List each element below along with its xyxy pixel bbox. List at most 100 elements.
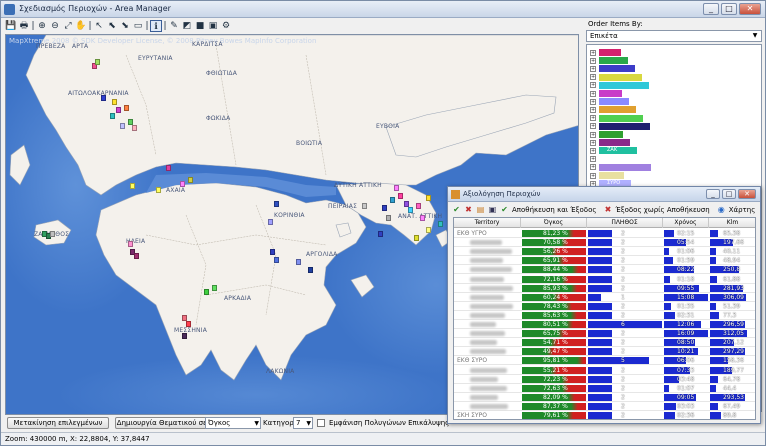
- zoom-extent-icon[interactable]: ⤢: [62, 20, 74, 32]
- expand-icon[interactable]: +: [590, 123, 596, 130]
- customer-marker-icon[interactable]: [426, 227, 431, 233]
- table-row[interactable]: 55,21 % 2 07:33 189,77: [454, 366, 755, 375]
- col-time[interactable]: Χρόνος: [663, 218, 709, 228]
- table-row[interactable]: 82,09 % 2 09:05 293,53: [454, 393, 755, 402]
- customer-marker-icon[interactable]: [156, 187, 161, 193]
- thematic-field-select[interactable]: Όγκος ▼: [205, 417, 261, 429]
- customer-marker-icon[interactable]: [378, 231, 383, 237]
- table-row[interactable]: ΕΚΘ ΣΥΡΟ 95,81 % 5 06:06 158,36: [454, 356, 755, 366]
- expand-icon[interactable]: +: [590, 98, 596, 105]
- customer-marker-icon[interactable]: [394, 185, 399, 191]
- table-row[interactable]: 49,47 % 2 10:21 297,29: [454, 347, 755, 357]
- table-row[interactable]: 65,75 % 2 16:09 312,05: [454, 329, 755, 339]
- create-thematic-button[interactable]: Δημιουργία Θεματικού σε:: [115, 417, 211, 429]
- info-icon[interactable]: ℹ: [150, 20, 162, 32]
- expand-icon[interactable]: +: [590, 74, 596, 81]
- customer-marker-icon[interactable]: [50, 231, 55, 237]
- customer-marker-icon[interactable]: [268, 219, 273, 225]
- expand-icon[interactable]: +: [590, 82, 596, 89]
- expand-icon[interactable]: +: [590, 65, 596, 72]
- expand-icon[interactable]: +: [590, 139, 596, 146]
- dialog-minimize-button[interactable]: _: [706, 189, 720, 199]
- customer-marker-icon[interactable]: [101, 95, 106, 101]
- customer-marker-icon[interactable]: [116, 107, 121, 113]
- col-territory[interactable]: Territory: [454, 218, 521, 228]
- customer-marker-icon[interactable]: [124, 105, 129, 111]
- zoom-out-icon[interactable]: ⊖: [49, 20, 61, 32]
- table-row[interactable]: 78,43 % 2 01:35 51,39: [454, 302, 755, 311]
- customer-marker-icon[interactable]: [438, 221, 443, 227]
- fill-icon[interactable]: ■: [194, 20, 206, 32]
- table-row[interactable]: 54,71 % 2 08:50 207,12: [454, 338, 755, 348]
- customer-marker-icon[interactable]: [414, 235, 419, 241]
- customer-marker-icon[interactable]: [362, 203, 367, 209]
- customer-marker-icon[interactable]: [186, 321, 191, 327]
- customer-marker-icon[interactable]: [95, 59, 100, 65]
- customer-marker-icon[interactable]: [188, 177, 193, 183]
- table-row[interactable]: ΕΚΘ ΥΓΡΟ 81,23 % 2 02:15 65,38: [454, 229, 755, 238]
- map-button[interactable]: Χάρτης: [729, 206, 756, 214]
- table-row[interactable]: 70,58 % 2 05:54 197,66: [454, 238, 755, 248]
- customer-marker-icon[interactable]: [398, 193, 403, 199]
- customer-marker-icon[interactable]: [120, 123, 125, 129]
- customer-marker-icon[interactable]: [128, 241, 133, 247]
- customer-marker-icon[interactable]: [420, 215, 425, 221]
- select-icon[interactable]: ↖: [93, 20, 105, 32]
- table-row[interactable]: 56,26 % 2 01:06 40,11: [454, 247, 755, 257]
- col-count[interactable]: ΠΛΗΘΟΣ: [587, 218, 663, 228]
- settings-icon[interactable]: ⚙: [220, 20, 232, 32]
- customer-marker-icon[interactable]: [390, 197, 395, 203]
- table-row[interactable]: 85,63 % 2 02:31 77,3: [454, 311, 755, 320]
- close-button[interactable]: ✕: [739, 3, 761, 15]
- select-rect-icon[interactable]: ⬉: [106, 20, 118, 32]
- customer-marker-icon[interactable]: [382, 205, 387, 211]
- customer-marker-icon[interactable]: [270, 249, 275, 255]
- customer-marker-icon[interactable]: [212, 285, 217, 291]
- print-icon[interactable]: 🖶: [18, 20, 30, 32]
- box-icon[interactable]: ▭: [132, 20, 144, 32]
- expand-icon[interactable]: +: [590, 49, 596, 56]
- customer-marker-icon[interactable]: [204, 289, 209, 295]
- zoom-in-icon[interactable]: ⊕: [36, 20, 48, 32]
- customer-marker-icon[interactable]: [180, 181, 185, 187]
- expand-icon[interactable]: +: [590, 106, 596, 113]
- frame-icon[interactable]: ▣: [207, 20, 219, 32]
- edit-icon[interactable]: ✎: [168, 20, 180, 32]
- col-volume[interactable]: Όγκος: [521, 218, 587, 228]
- customer-marker-icon[interactable]: [182, 333, 187, 339]
- expand-icon[interactable]: +: [590, 156, 596, 163]
- categories-select[interactable]: 7 ▼: [293, 417, 313, 429]
- table-row[interactable]: 88,44 % 2 08:22 250,8: [454, 265, 755, 275]
- customer-marker-icon[interactable]: [416, 203, 421, 209]
- customer-marker-icon[interactable]: [308, 267, 313, 273]
- order-items-select[interactable]: Επικέτα ▼: [586, 30, 762, 42]
- expand-icon[interactable]: +: [590, 57, 596, 64]
- customer-marker-icon[interactable]: [386, 215, 391, 221]
- dialog-maximize-button[interactable]: □: [722, 189, 736, 199]
- customer-marker-icon[interactable]: [408, 207, 413, 213]
- table-row[interactable]: 80,51 % 6 12:06 296,59: [454, 320, 755, 329]
- customer-marker-icon[interactable]: [110, 113, 115, 119]
- customer-marker-icon[interactable]: [132, 125, 137, 131]
- move-selected-button[interactable]: Μετακίνηση επιλεγμένων: [7, 417, 109, 429]
- minimize-button[interactable]: _: [703, 3, 719, 15]
- expand-icon[interactable]: +: [590, 164, 596, 171]
- table-row[interactable]: 65,91 % 2 01:59 48,94: [454, 256, 755, 266]
- folder-icon[interactable]: ▤: [476, 205, 485, 214]
- palette-icon[interactable]: ◩: [181, 20, 193, 32]
- save-icon[interactable]: ▣: [488, 205, 497, 214]
- select-poly-icon[interactable]: ⬊: [119, 20, 131, 32]
- col-klm[interactable]: Klm: [709, 218, 755, 228]
- table-row[interactable]: 60,24 % 1 15:08 306,09: [454, 293, 755, 302]
- save-icon[interactable]: 💾: [5, 20, 17, 32]
- expand-icon[interactable]: +: [590, 90, 596, 97]
- exit-nosave-button[interactable]: Έξοδος χωρίς Αποθήκευση: [615, 206, 709, 214]
- customer-marker-icon[interactable]: [166, 165, 171, 171]
- delete-icon[interactable]: ✖: [464, 205, 473, 214]
- customer-marker-icon[interactable]: [274, 257, 279, 263]
- customer-marker-icon[interactable]: [426, 195, 431, 201]
- table-row[interactable]: 85,93 % 2 09:55 281,93: [454, 284, 755, 293]
- table-row[interactable]: 87,37 % 2 03:03 67,49: [454, 402, 755, 411]
- customer-marker-icon[interactable]: [274, 201, 279, 207]
- pan-icon[interactable]: ✋: [75, 20, 87, 32]
